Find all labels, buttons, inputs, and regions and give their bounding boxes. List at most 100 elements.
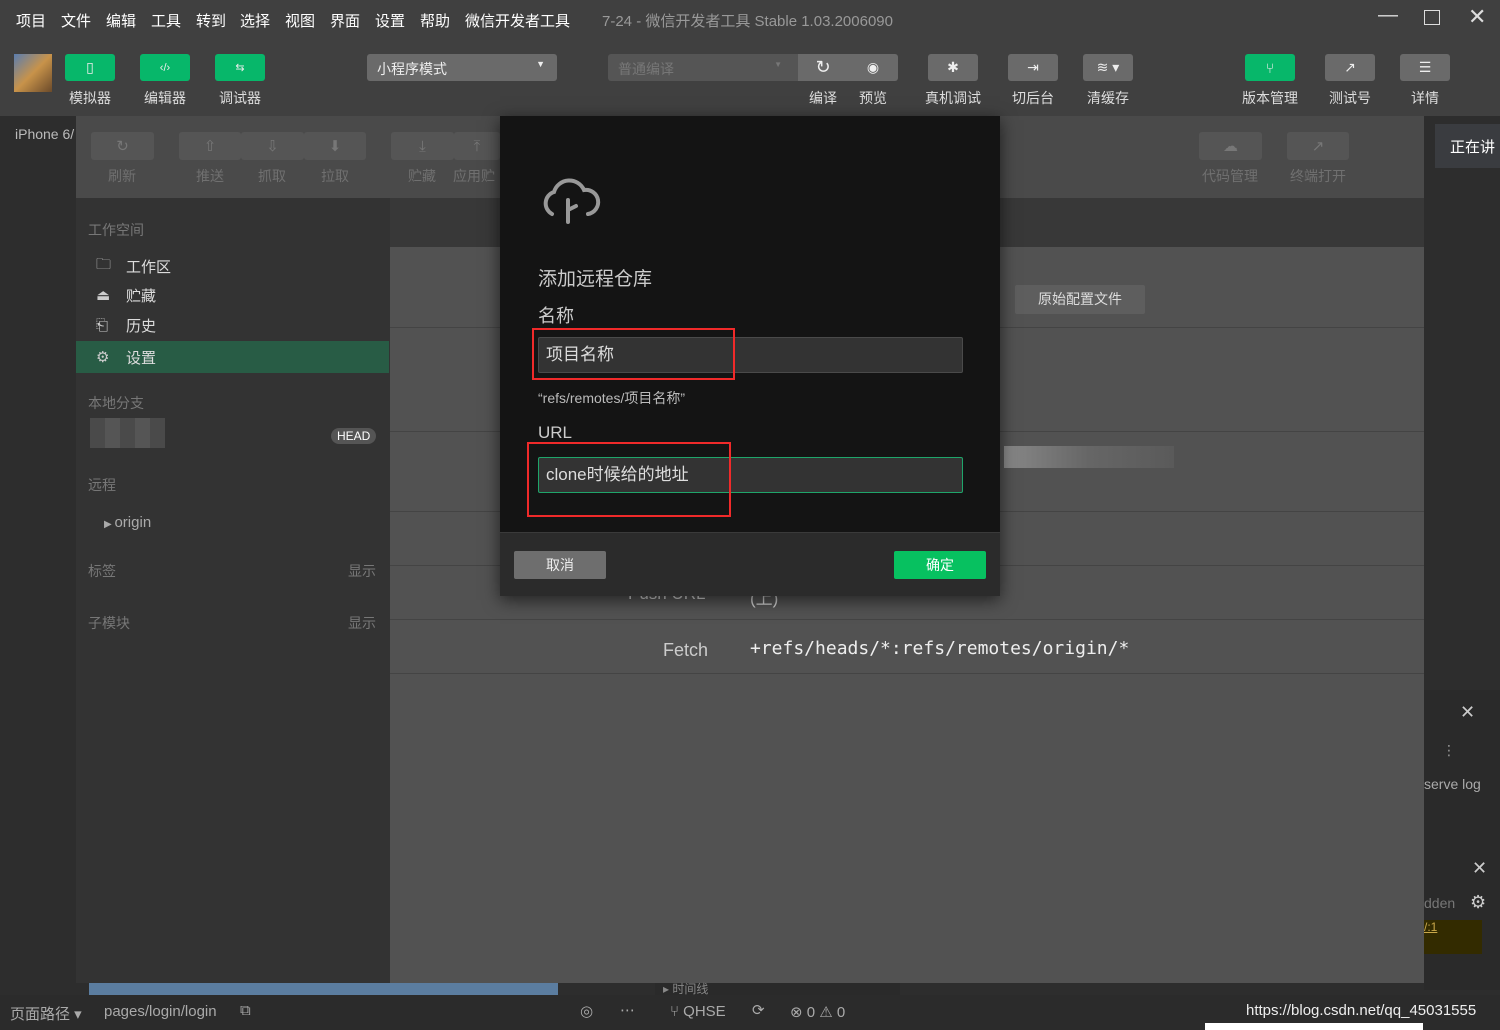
name-label: 名称	[538, 306, 574, 326]
minimize-icon[interactable]: —	[1378, 4, 1398, 27]
taskbar-strip	[1205, 1023, 1423, 1030]
version-mgmt-button[interactable]: ⑂	[1245, 54, 1295, 81]
push-button[interactable]: ⇧	[179, 132, 241, 160]
avatar[interactable]	[14, 54, 52, 92]
test-account-button[interactable]: ↗	[1325, 54, 1375, 81]
download-box-icon: ⤓	[419, 137, 426, 155]
pull-button[interactable]: ⬇	[304, 132, 366, 160]
cancel-button[interactable]: 取消	[514, 551, 606, 579]
fetch-label: 抓取	[258, 168, 286, 184]
menu-file[interactable]: 文件	[61, 10, 91, 31]
sidebar-item-workspace[interactable]: 🗀 工作区	[76, 251, 390, 281]
remote-origin-label: origin	[114, 514, 152, 531]
caret-down-icon: ▼	[536, 59, 545, 69]
head-badge: HEAD	[331, 428, 377, 444]
branch-name-blurred[interactable]	[90, 418, 165, 448]
eye-icon: ◉	[866, 59, 880, 75]
remote-origin[interactable]: ▶ origin	[104, 514, 151, 531]
compile-select-value: 普通编译	[618, 61, 674, 77]
preview-button[interactable]: ◉	[848, 54, 898, 81]
eye-icon[interactable]: ◎	[580, 1002, 593, 1020]
preview-label: 预览	[859, 90, 887, 106]
fetch-button[interactable]: ⇩	[241, 132, 304, 160]
gear-icon[interactable]: ⚙	[1470, 892, 1486, 913]
mode-select[interactable]: 小程序模式 ▼	[367, 54, 557, 81]
console-link[interactable]: /:1	[1424, 920, 1482, 954]
debugger-button[interactable]: ⇆	[215, 54, 265, 81]
menu-help[interactable]: 帮助	[420, 10, 450, 31]
hidden-label: dden	[1424, 895, 1456, 911]
phone-icon: ▯	[86, 59, 94, 75]
sync-icon[interactable]: ⟳	[752, 1001, 765, 1019]
editor-label: 编辑器	[144, 90, 186, 106]
menu-tools[interactable]: 工具	[151, 10, 181, 31]
compile-select[interactable]: 普通编译 ▼	[608, 54, 798, 81]
cloud-upload-icon	[543, 178, 601, 224]
menu-settings[interactable]: 设置	[375, 10, 405, 31]
raw-config-button[interactable]: 原始配置文件	[1015, 285, 1145, 314]
sliders-icon: ⇆	[235, 62, 245, 74]
tags-heading: 标签	[88, 563, 116, 579]
timeline-label: 时间线	[672, 982, 709, 996]
history-icon: ⎗	[96, 316, 109, 334]
git-branch-status[interactable]: ⑂ QHSE	[670, 1003, 726, 1020]
timeline-tab[interactable]: ▸ 时间线	[655, 983, 900, 995]
sidebar-item-history[interactable]: ⎗ 历史	[76, 310, 390, 340]
menu-wechat-devtools[interactable]: 微信开发者工具	[465, 10, 570, 31]
details-button[interactable]: ☰	[1400, 54, 1450, 81]
more-icon[interactable]: ⋯	[620, 1001, 635, 1019]
editor-button[interactable]: ‹/›	[140, 54, 190, 81]
background-label: 切后台	[1012, 90, 1054, 106]
clear-cache-button[interactable]: ≋ ▾	[1083, 54, 1133, 81]
right-tab[interactable]: 正在讲	[1435, 124, 1500, 168]
device-select[interactable]: iPhone 6/	[15, 126, 74, 142]
close-icon[interactable]: ✕	[1460, 702, 1475, 723]
close-icon[interactable]: ✕	[1468, 4, 1486, 30]
menu-goto[interactable]: 转到	[196, 10, 226, 31]
background-button[interactable]: ⇥	[1008, 54, 1058, 81]
problems-status[interactable]: ⊗ 0 ⚠ 0	[790, 1003, 845, 1021]
more-icon[interactable]: ⋮	[1442, 742, 1456, 759]
menu-view[interactable]: 视图	[285, 10, 315, 31]
menu-edit[interactable]: 编辑	[106, 10, 136, 31]
terminal-button[interactable]: ↗	[1287, 132, 1349, 160]
folder-icon: 🗀	[96, 255, 112, 273]
progress-strip	[89, 983, 558, 995]
apply-stash-button[interactable]: ⤒	[454, 132, 500, 160]
devtools-panel: ✕ ⋮ serve log ✕ dden ⚙ /:1	[1424, 690, 1500, 990]
tags-show-toggle[interactable]: 显示	[348, 561, 376, 581]
watermark: https://blog.csdn.net/qq_45031555	[1246, 1002, 1477, 1019]
page-path-value: pages/login/login	[104, 1003, 217, 1020]
url-label: URL	[538, 423, 573, 442]
remote-debug-button[interactable]: ✱	[928, 54, 978, 81]
code-mgmt-button[interactable]: ☁	[1199, 132, 1262, 160]
stash-button[interactable]: ⤓	[391, 132, 454, 160]
menu-project[interactable]: 项目	[16, 10, 46, 31]
sidebar-item-label: 贮藏	[126, 287, 157, 305]
sidebar-item-settings[interactable]: ⚙ 设置	[76, 341, 389, 373]
preserve-log-label[interactable]: serve log	[1424, 776, 1481, 792]
fetch-icon: ⇩	[266, 138, 279, 155]
close-icon[interactable]: ✕	[1472, 858, 1487, 879]
sidebar-item-stash[interactable]: ⏏ 贮藏	[76, 280, 390, 310]
confirm-button[interactable]: 确定	[894, 551, 986, 579]
menu-interface[interactable]: 界面	[330, 10, 360, 31]
refresh-button[interactable]: ↻	[91, 132, 154, 160]
error-count: 0	[806, 1004, 816, 1021]
cloud-icon: ☁	[1223, 138, 1238, 155]
caret-right-icon: ▶	[104, 519, 115, 530]
copy-icon[interactable]: ⧉	[240, 1002, 251, 1019]
details-label: 详情	[1411, 90, 1439, 106]
submodules-show-toggle[interactable]: 显示	[348, 613, 376, 633]
maximize-icon[interactable]	[1424, 10, 1440, 25]
clear-cache-label: 清缓存	[1087, 90, 1129, 106]
pull-label: 拉取	[321, 168, 349, 184]
menu-select[interactable]: 选择	[240, 10, 270, 31]
workspace-heading: 工作空间	[88, 222, 144, 238]
dialog-title: 添加远程仓库	[538, 269, 653, 290]
page-path-select[interactable]: 页面路径 ▾	[10, 1003, 82, 1024]
push-label: 推送	[196, 168, 224, 184]
simulator-button[interactable]: ▯	[65, 54, 115, 81]
compile-button[interactable]: ↻	[798, 54, 848, 81]
ref-hint: “refs/remotes/项目名称”	[538, 390, 686, 406]
